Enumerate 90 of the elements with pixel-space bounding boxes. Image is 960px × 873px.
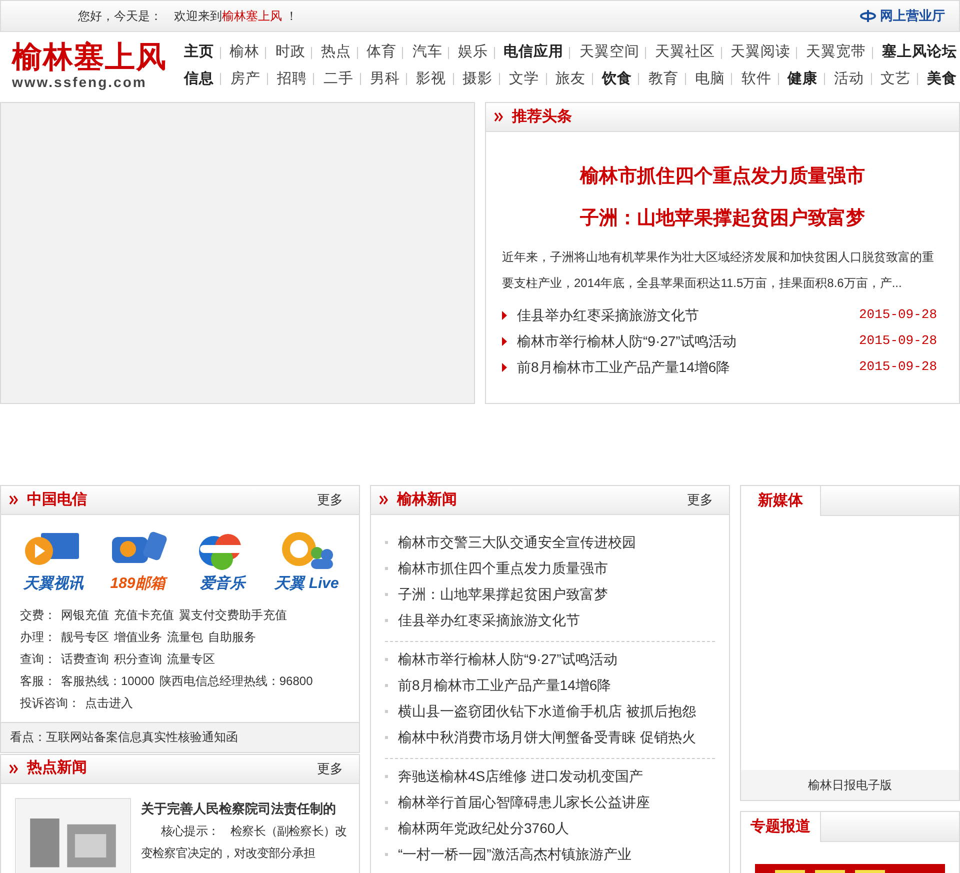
nav-link[interactable]: 文艺	[880, 68, 911, 90]
app-label[interactable]: 189邮箱	[110, 573, 166, 596]
nav-link[interactable]: 塞上风论坛	[882, 42, 957, 64]
service-link[interactable]: 翼支付交费助手充值	[174, 604, 287, 626]
nav-link[interactable]: 教育	[648, 68, 678, 90]
nav-link[interactable]: 电脑	[694, 68, 725, 90]
headline-title[interactable]: 子洲：山地苹果撑起贫困户致富梦	[502, 208, 943, 230]
nav-link[interactable]: 娱乐	[458, 42, 488, 64]
nav-link[interactable]: 热点	[320, 42, 351, 64]
nav-link[interactable]: 天翼宽带	[806, 42, 866, 64]
service-link[interactable]: 充值卡充值	[109, 604, 174, 626]
news-link[interactable]: 横山县一盗窃团伙钻下水道偷手机店 被抓后抱怨	[398, 700, 696, 722]
nav-link[interactable]: 电信应用	[504, 42, 564, 64]
nav-link[interactable]: 招聘	[276, 68, 307, 90]
app-label[interactable]: 天翼 Live	[274, 573, 339, 596]
app-label[interactable]: 爱音乐	[200, 573, 245, 596]
service-link[interactable]: 流量专区	[162, 648, 215, 670]
service-link[interactable]: 网上营业厅	[860, 6, 945, 26]
nav-link[interactable]: 汽车	[412, 42, 442, 64]
panel-title: 中国电信	[27, 490, 87, 510]
headline-item[interactable]: 前8月榆林市工业产品产量14增6降	[517, 356, 730, 378]
panel-title: 热点新闻	[27, 758, 87, 778]
news-link[interactable]: 子洲：山地苹果撑起贫困户致富梦	[398, 584, 608, 604]
epaper-link[interactable]: 榆林日报电子版	[808, 776, 892, 794]
news-link[interactable]: 奔驰送榆林4S店维修 进口发动机变国产	[398, 766, 644, 786]
site-logo[interactable]: 榆林塞上风	[12, 42, 182, 74]
more-link[interactable]: 更多	[317, 758, 351, 778]
service-link[interactable]: 积分查询	[109, 648, 162, 670]
welcome-text: 欢迎来到榆林塞上风 ！	[174, 8, 298, 25]
news-link[interactable]: 前8月榆林市工业产品产量14增6降	[398, 674, 612, 696]
news-link[interactable]: 佳县举办红枣采摘旅游文化节	[398, 610, 580, 630]
nav-link[interactable]: 天翼社区	[654, 42, 715, 64]
service-link[interactable]: 陕西电信总经理热线：96800	[154, 670, 313, 692]
notice-link[interactable]: 看点：互联网站备案信息真实性核验通知函	[10, 728, 238, 746]
nav-link[interactable]: 健康	[788, 68, 818, 90]
nav-link[interactable]: 活动	[834, 68, 864, 90]
news-link[interactable]: 榆林市抓住四个重点发力质量强市	[398, 558, 608, 578]
panel-title: 推荐头条	[512, 106, 572, 127]
site-url: www.ssfeng.com	[12, 74, 148, 90]
nav-link[interactable]: 天翼阅读	[730, 42, 791, 64]
service-link[interactable]: 点击进入	[80, 692, 133, 714]
nav-link[interactable]: 主页	[184, 42, 214, 64]
item-date: 2015-09-28	[858, 332, 938, 350]
service-label: 查询：	[20, 650, 56, 668]
news-link[interactable]: 榆林两年党政纪处分3760人	[398, 818, 570, 838]
nav-link[interactable]: 美食	[927, 68, 957, 90]
greeting-text: 您好，今天是：	[78, 8, 162, 25]
item-date: 2015-09-28	[858, 358, 938, 376]
nav-link[interactable]: 影视	[416, 68, 446, 90]
nav-link[interactable]: 饮食	[602, 68, 632, 90]
nav-link[interactable]: 信息	[184, 68, 214, 90]
service-label: 投诉咨询：	[20, 694, 80, 712]
nav-link[interactable]: 旅友	[556, 68, 586, 90]
headline-item[interactable]: 榆林市举行榆林人防“9·27”试鸣活动	[517, 330, 736, 352]
service-link[interactable]: 话费查询	[56, 648, 109, 670]
news-link[interactable]: 榆林市交警三大队交通安全宣传进校园	[398, 532, 636, 552]
headline-item[interactable]: 佳县举办红枣采摘旅游文化节	[517, 304, 699, 326]
service-link[interactable]: 自助服务	[203, 626, 256, 648]
nav-link[interactable]: 文学	[509, 68, 540, 90]
service-label: 客服：	[20, 672, 56, 690]
nav-link[interactable]: 房产	[230, 68, 260, 90]
service-link[interactable]: 客服热线：10000	[56, 670, 154, 692]
service-link[interactable]: 流量包	[162, 626, 203, 648]
service-label: 交费：	[20, 606, 56, 624]
service-link[interactable]: 增值业务	[109, 626, 162, 648]
news-link[interactable]: 榆林举行首届心智障碍患儿家长公益讲座	[398, 792, 650, 812]
news-summary: 核心提示： 检察长（副检察长）改变检察官决定的，对改变部分承担	[141, 822, 348, 862]
more-link[interactable]: 更多	[687, 490, 721, 510]
panel-title: 榆林新闻	[397, 490, 457, 510]
nav-link[interactable]: 榆林	[230, 42, 260, 64]
headline-summary: 近年来，子洲将山地有机苹果作为壮大区域经济发展和加快贫困人口脱贫致富的重要支柱产业，2014年底，全县苹果面积达11.5万亩，挂果面积8.6万亩，产...	[502, 249, 935, 292]
nav-link[interactable]: 软件	[741, 68, 772, 90]
nav-link[interactable]: 二手	[323, 68, 354, 90]
news-title[interactable]: 关于完善人民检察院司法责任制的	[141, 798, 351, 820]
more-link[interactable]: 更多	[317, 490, 351, 510]
nav-link[interactable]: 天翼空间	[579, 42, 640, 64]
service-label: 办理：	[20, 628, 56, 646]
news-link[interactable]: 榆林市举行榆林人防“9·27”试鸣活动	[398, 648, 618, 670]
service-link[interactable]: 靓号专区	[56, 626, 109, 648]
nav-link[interactable]: 摄影	[462, 68, 493, 90]
app-label[interactable]: 天翼视讯	[23, 573, 84, 596]
item-date: 2015-09-28	[858, 306, 938, 324]
site-link[interactable]: 榆林塞上风	[222, 9, 282, 23]
news-link[interactable]: 榆林中秋消费市场月饼大闸蟹备受青睐 促销热火	[398, 726, 696, 748]
news-link[interactable]: “一村一桥一园”激活高杰村镇旅游产业	[398, 844, 632, 864]
nav-link[interactable]: 男科	[370, 68, 400, 90]
service-link[interactable]: 网银充值	[56, 604, 109, 626]
nav-link[interactable]: 体育	[366, 42, 397, 64]
nav-link[interactable]: 时政	[275, 42, 306, 64]
headline-title[interactable]: 榆林市抓住四个重点发力质量强市	[502, 166, 943, 188]
